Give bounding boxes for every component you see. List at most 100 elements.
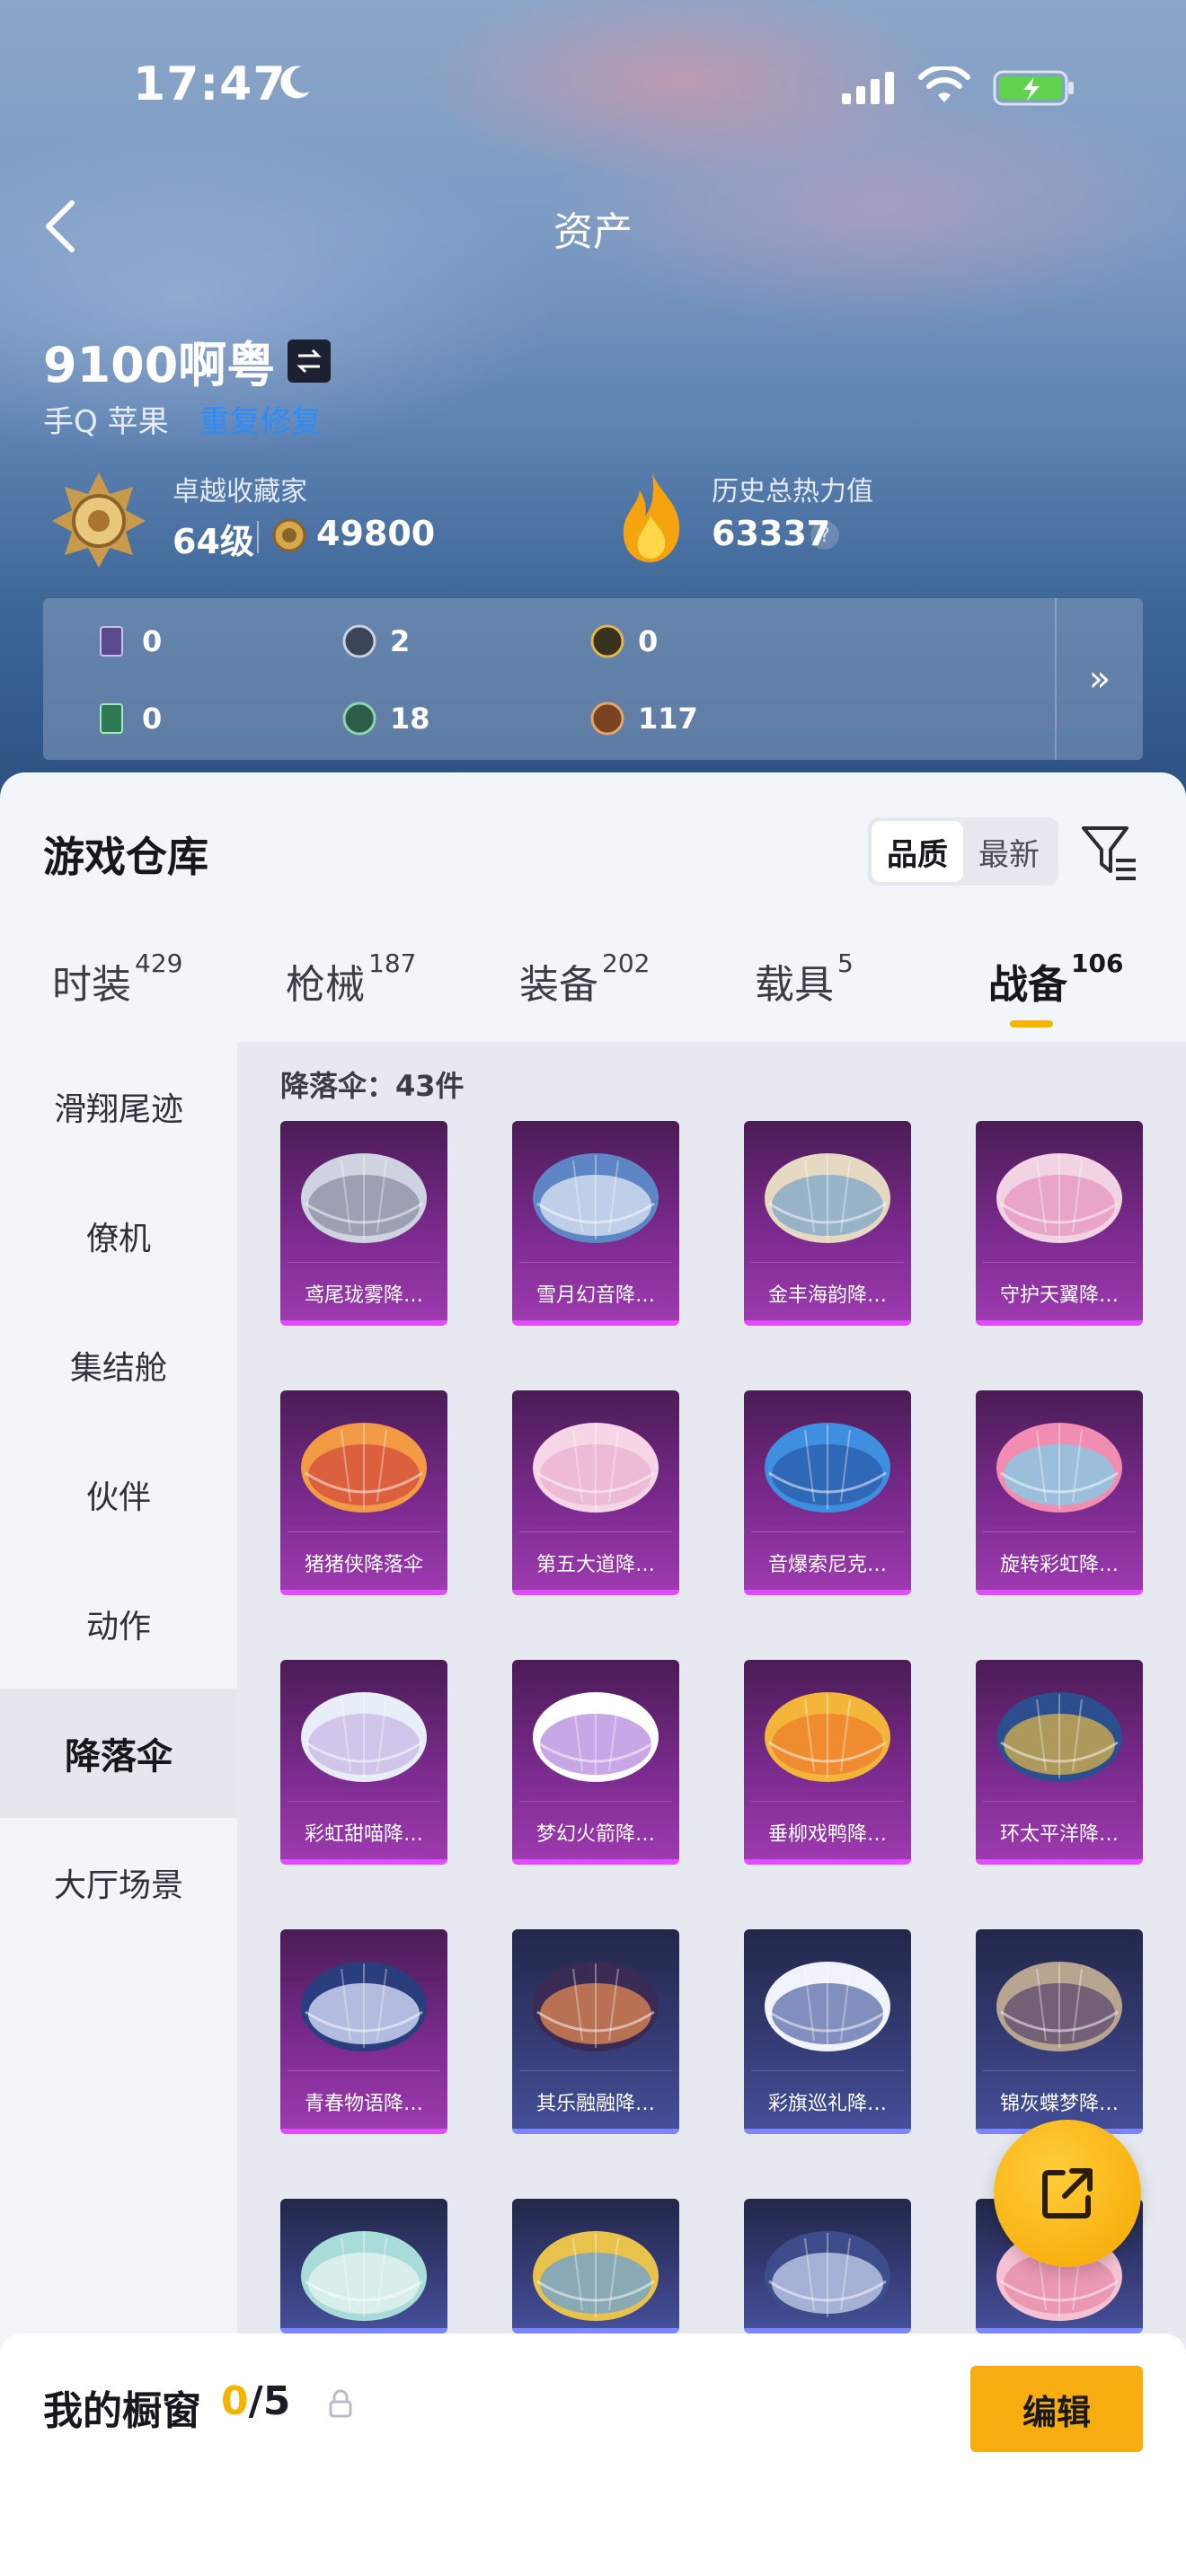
side-item-wingman[interactable]: 僚机 <box>0 1171 237 1301</box>
platform-label: 手Q 苹果 <box>43 404 169 440</box>
parachute-card[interactable]: 垂柳戏鸭降… <box>744 1660 911 1865</box>
wifi-icon <box>918 66 970 102</box>
parachute-card[interactable] <box>280 2199 447 2333</box>
parachute-card[interactable] <box>744 2199 911 2333</box>
card-divider <box>751 1262 904 1263</box>
resource-item[interactable]: 0 <box>93 623 162 659</box>
card-divider <box>983 1531 1136 1532</box>
side-item-lobby-scene[interactable]: 大厅场景 <box>0 1818 237 1947</box>
parachute-card[interactable]: 锦灰蝶梦降… <box>976 1929 1143 2134</box>
fix-link[interactable]: 重复修复 <box>199 397 322 441</box>
category-tabs: 时装 429 枪械 187 装备 202 载具 5 战备 106 <box>0 948 1186 1042</box>
heat-title: 历史总热力值 <box>712 476 873 507</box>
swap-arrows-icon <box>296 348 322 373</box>
sort-toggle: 品质 最新 <box>868 817 1058 886</box>
parachute-card[interactable]: 雪月幻音降… <box>512 1121 679 1326</box>
resource-panel: 0 2 0 0 18 117 » <box>43 598 1143 760</box>
tab-count: 106 <box>1071 948 1124 978</box>
parachute-image <box>301 1423 427 1513</box>
parachute-card[interactable]: 梦幻火箭降… <box>512 1660 679 1865</box>
help-icon[interactable]: ? <box>810 521 839 550</box>
switch-account-icon[interactable] <box>288 339 332 383</box>
tab-label: 枪械 <box>286 962 365 1008</box>
card-name: 音爆索尼克… <box>767 1554 887 1576</box>
parachute-card[interactable]: 金丰海韵降… <box>744 1121 911 1326</box>
collector-title: 卓越收藏家 <box>173 476 307 507</box>
parachute-card[interactable]: 守护天翼降… <box>976 1121 1143 1326</box>
username-row: 9100啊粤 <box>43 325 332 396</box>
parachute-card[interactable]: 音爆索尼克… <box>744 1390 911 1595</box>
tab-vehicles[interactable]: 载具 5 <box>755 948 854 1010</box>
collector-points-icon <box>272 518 306 552</box>
card-divider <box>983 1262 1136 1263</box>
tab-combat-gear[interactable]: 战备 106 <box>988 948 1123 1010</box>
parachute-card[interactable]: 彩虹甜喵降… <box>280 1660 447 1865</box>
parachute-image <box>996 1423 1122 1513</box>
resource-value: 0 <box>142 624 163 658</box>
tab-equipment[interactable]: 装备 202 <box>519 948 650 1010</box>
tab-count: 202 <box>602 948 651 978</box>
resource-item[interactable]: 0 <box>93 701 162 737</box>
tab-fashion[interactable]: 时装 429 <box>52 948 182 1010</box>
card-name: 旋转彩虹降… <box>999 1554 1119 1576</box>
fire-icon <box>623 472 680 562</box>
card-name: 第五大道降… <box>535 1554 655 1576</box>
card-name: 青春物语降… <box>304 2093 423 2115</box>
side-item-glide-trail[interactable]: 滑翔尾迹 <box>0 1042 237 1171</box>
tab-weapons[interactable]: 枪械 187 <box>286 948 416 1010</box>
side-item-parachute[interactable]: 降落伞 <box>0 1689 237 1818</box>
tab-label: 载具 <box>755 962 834 1008</box>
warehouse-sheet: 游戏仓库 品质 最新 时装 429 枪械 187 装备 202 载具 5 战备 106 滑… <box>0 772 1186 2576</box>
card-divider <box>983 1801 1136 1802</box>
parachute-card[interactable] <box>512 2199 679 2333</box>
edit-button[interactable]: 编辑 <box>970 2366 1143 2452</box>
sort-latest-button[interactable]: 最新 <box>963 821 1055 882</box>
resource-item[interactable]: 0 <box>589 623 658 659</box>
card-name: 环太平洋降… <box>999 1823 1119 1846</box>
tab-label: 战备 <box>988 962 1067 1008</box>
share-fab-button[interactable] <box>994 2120 1141 2267</box>
showcase-label: 我的橱窗 <box>43 2388 201 2434</box>
parachute-card[interactable]: 环太平洋降… <box>976 1660 1143 1865</box>
parachute-image <box>301 1153 427 1243</box>
moon-icon <box>280 66 310 99</box>
card-divider <box>751 2070 904 2071</box>
parachute-card[interactable]: 鸢尾珑雾降… <box>280 1121 447 1326</box>
card-divider <box>519 1531 672 1532</box>
parachute-card[interactable]: 彩旗巡礼降… <box>744 1929 911 2134</box>
section-title: 降落伞：43件 <box>280 1069 465 1103</box>
parachute-card[interactable]: 第五大道降… <box>512 1390 679 1595</box>
sort-quality-button[interactable]: 品质 <box>872 821 963 882</box>
side-item-pod[interactable]: 集结舱 <box>0 1301 237 1430</box>
resource-item[interactable]: 2 <box>341 623 410 659</box>
side-item-emote[interactable]: 动作 <box>0 1559 237 1689</box>
parachute-card[interactable]: 猪猪侠降落伞 <box>280 1390 447 1595</box>
parachute-card[interactable]: 旋转彩虹降… <box>976 1390 1143 1595</box>
account-sub-row: 手Q 苹果 重复修复 <box>43 397 322 441</box>
resource-item[interactable]: 18 <box>341 701 430 737</box>
parachute-card[interactable]: 青春物语降… <box>280 1929 447 2134</box>
tab-count: 187 <box>368 948 417 978</box>
showcase-current: 0 <box>221 2378 249 2424</box>
card-name: 锦灰蝶梦降… <box>999 2093 1119 2115</box>
parachute-image <box>301 1692 427 1782</box>
active-tab-indicator <box>1010 1020 1053 1028</box>
silver-coin-icon <box>342 624 376 658</box>
parachute-image <box>533 2231 659 2321</box>
resource-item[interactable]: 117 <box>589 701 698 737</box>
resource-value: 0 <box>638 624 659 658</box>
parachute-image <box>765 1423 890 1513</box>
filter-icon[interactable] <box>1080 816 1139 887</box>
parachute-image <box>765 2231 890 2321</box>
side-item-companion[interactable]: 伙伴 <box>0 1430 237 1559</box>
parachute-card[interactable]: 其乐融融降… <box>512 1929 679 2134</box>
resource-more-button[interactable]: » <box>1055 598 1143 760</box>
showcase-bar: 我的橱窗 0/5 编辑 <box>0 2333 1186 2576</box>
resource-value: 2 <box>390 624 411 658</box>
divider <box>257 521 259 553</box>
card-divider <box>519 1801 672 1802</box>
card-divider <box>288 1801 440 1802</box>
green-card-icon <box>100 703 123 734</box>
card-divider <box>983 2070 1136 2071</box>
showcase-total: /5 <box>248 2378 291 2424</box>
